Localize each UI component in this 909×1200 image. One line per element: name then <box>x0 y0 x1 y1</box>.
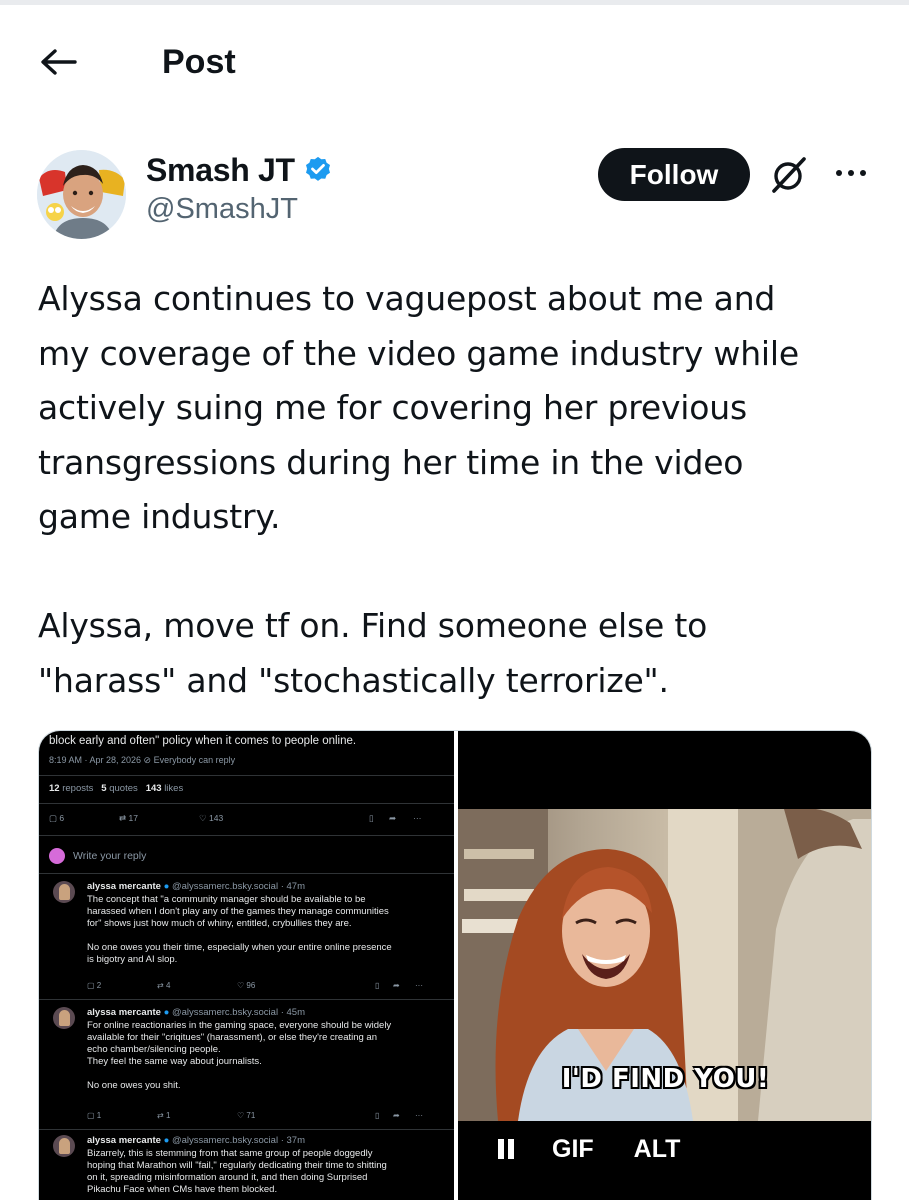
reply-body: Bizarrely, this is stemming from that sa… <box>87 1148 387 1195</box>
post-line: Alyssa, move tf on. Find someone else to <box>38 606 708 645</box>
gif-controls: GIF ALT <box>458 1127 871 1171</box>
screenshot-meta: 8:19 AM · Apr 28, 2026 ⊘ Everybody can r… <box>49 755 236 765</box>
repost-count: ⇄ 17 <box>119 813 138 823</box>
follow-button[interactable]: Follow <box>598 148 750 201</box>
screenshot-action-bar: ▢ 6 ⇄ 17 ♡ 143 ▯ ➦ ··· <box>49 813 439 827</box>
like-count: ♡ 143 <box>199 813 224 823</box>
bookmark-icon: ▯ <box>369 813 374 823</box>
reply-body: The concept that "a community manager sh… <box>87 894 392 965</box>
reply-composer: Write your reply <box>49 845 146 867</box>
avatar <box>53 881 75 903</box>
page-title: Post <box>162 43 236 81</box>
post-text: Alyssa continues to vaguepost about me a… <box>38 272 878 708</box>
reply-actions: ▢ 2 ⇄ 4 ♡ 96 ▯ ➦ ··· <box>87 981 423 990</box>
reply-placeholder: Write your reply <box>73 850 147 862</box>
reply-body: For online reactionaries in the gaming s… <box>87 1020 392 1091</box>
more-icon: ··· <box>413 813 422 823</box>
alt-text-button[interactable]: ALT <box>634 1135 681 1164</box>
media-screenshot[interactable]: block early and often" policy when it co… <box>39 731 454 1200</box>
pause-icon[interactable] <box>496 1137 518 1161</box>
post-line: actively suing me for covering her previ… <box>38 388 747 427</box>
post-line: my coverage of the video game industry w… <box>38 333 799 373</box>
screenshot-stats: 12 reposts 5 quotes 143 likes <box>49 783 184 794</box>
reply-header: alyssa mercante ● @alyssamerc.bsky.socia… <box>87 1007 305 1018</box>
more-icon <box>836 170 866 176</box>
verified-badge-icon <box>305 156 330 181</box>
composer-avatar <box>49 848 65 864</box>
post-line: game industry. <box>38 497 281 536</box>
avatar <box>53 1007 75 1029</box>
reply-actions: ▢ 1 ⇄ 1 ♡ 71 ▯ ➦ ··· <box>87 1111 423 1120</box>
header: Post <box>0 30 909 92</box>
more-options-button[interactable] <box>829 158 873 188</box>
share-icon: ➦ <box>389 813 397 823</box>
avatar-image <box>37 150 126 239</box>
avatar <box>53 1135 75 1157</box>
back-arrow-icon <box>41 49 77 75</box>
screenshot-top-text: block early and often" policy when it co… <box>49 735 357 747</box>
author-handle[interactable]: @SmashJT <box>146 193 298 226</box>
media-gif[interactable]: I'D FIND YOU! GIF ALT <box>458 731 871 1200</box>
gif-caption: I'D FIND YOU! <box>561 1064 770 1094</box>
top-divider <box>0 0 909 5</box>
reply-header: alyssa mercante ● @alyssamerc.bsky.socia… <box>87 881 305 892</box>
post-line: Alyssa continues to vaguepost about me a… <box>38 279 776 318</box>
grok-icon <box>772 157 806 193</box>
reply-header: alyssa mercante ● @alyssamerc.bsky.socia… <box>87 1135 305 1146</box>
media-grid: block early and often" policy when it co… <box>38 730 872 1200</box>
author-name[interactable]: Smash JT <box>146 152 295 189</box>
post-line: transgressions during her time in the vi… <box>38 442 744 482</box>
grok-button[interactable] <box>768 154 810 196</box>
avatar[interactable] <box>37 150 126 239</box>
reply-count: ▢ 6 <box>49 813 65 823</box>
author-name-row[interactable]: Smash JT <box>146 150 333 190</box>
back-button[interactable] <box>34 40 82 84</box>
post-line: "harass" and "stochastically terrorize". <box>38 660 669 700</box>
gif-badge: GIF <box>552 1134 594 1163</box>
